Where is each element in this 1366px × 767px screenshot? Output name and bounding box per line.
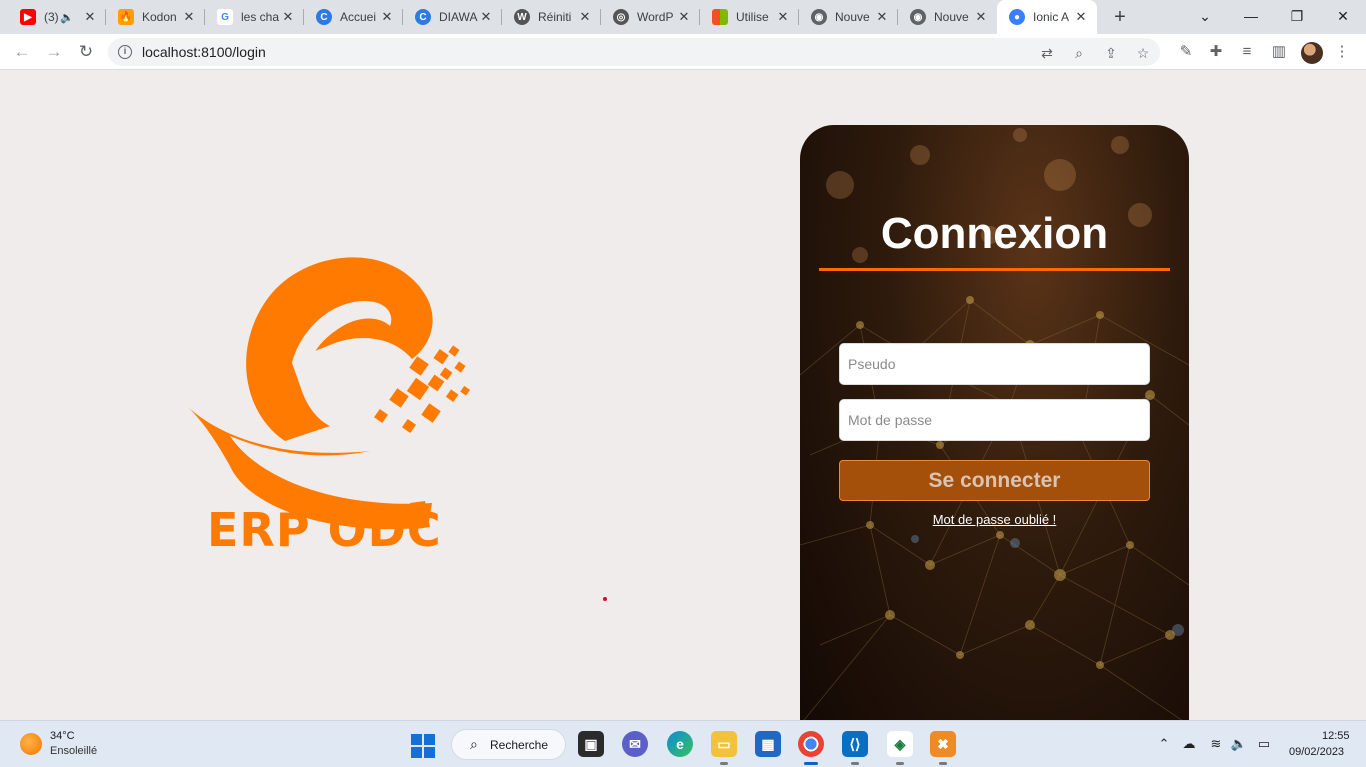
zoom-icon[interactable]: ⌕	[1070, 44, 1088, 62]
bookmark-star-icon[interactable]: ☆	[1134, 44, 1152, 62]
login-card: Connexion Se connecter Mot de passe oubl…	[800, 125, 1189, 720]
login-button[interactable]: Se connecter	[839, 460, 1150, 501]
browser-toolbar: ← → ↻ i localhost:8100/login ⇄ ⌕ ⇪ ☆ ✎ ✚…	[0, 34, 1366, 70]
task-view-icon[interactable]: ▣	[578, 731, 604, 757]
close-tab-icon[interactable]: ✕	[82, 9, 98, 25]
xampp-icon[interactable]: ✖	[930, 731, 956, 765]
chrome-taskbar-icon[interactable]	[798, 731, 824, 765]
close-tab-icon[interactable]: ✕	[577, 9, 593, 25]
login-page: ERP ODC Connexion Pseudo Se connecter Mo…	[0, 71, 1366, 720]
weather-temperature[interactable]: 34°C	[50, 730, 75, 742]
tray-overflow-icon[interactable]: ⌃	[1155, 735, 1173, 753]
windows-taskbar: 34°C Ensoleillé ⌕ Recherche ▣ ✉ e ▭ ▦ ⟨⟩…	[0, 720, 1366, 767]
search-icon: ⌕	[470, 736, 478, 752]
browser-tab-canva-accueil[interactable]: C Accuei ✕	[304, 0, 403, 34]
reload-icon[interactable]: ↻	[74, 40, 98, 64]
close-window-icon[interactable]: ✕	[1320, 0, 1366, 34]
google-icon: G	[217, 9, 233, 25]
browser-tab-strip: ▶ (3) 🔈 ✕ 🔥 Kodon ✕ G les cha ✕ C Accuei…	[0, 0, 1366, 34]
address-bar[interactable]: i localhost:8100/login ⇄ ⌕ ⇪ ☆	[108, 38, 1160, 66]
network-error-icon[interactable]: ☁	[1180, 735, 1198, 753]
close-tab-icon[interactable]: ✕	[874, 9, 890, 25]
close-tab-icon[interactable]: ✕	[478, 9, 494, 25]
microsoft-store-icon[interactable]: ▦	[755, 731, 781, 757]
firebase-icon: 🔥	[118, 9, 134, 25]
menu-kebab-icon[interactable]: ⋮	[1332, 42, 1352, 62]
browser-tab-new-2[interactable]: ◉ Nouve ✕	[898, 0, 997, 34]
browser-tab-youtube[interactable]: ▶ (3) 🔈 ✕	[8, 0, 106, 34]
ionic-icon: ●	[1009, 9, 1025, 25]
close-tab-icon[interactable]: ✕	[280, 9, 296, 25]
file-explorer-icon[interactable]: ▭	[711, 731, 737, 765]
chrome-icon: ◉	[811, 9, 827, 25]
clock-date[interactable]: 09/02/2023	[1289, 746, 1344, 758]
browser-tab-wordpress[interactable]: ◎ WordP ✕	[601, 0, 700, 34]
wifi-icon[interactable]: ≋	[1207, 735, 1225, 753]
extensions-puzzle-icon[interactable]: ✚	[1206, 42, 1226, 62]
windows-start-icon[interactable]	[411, 734, 435, 758]
globe-icon: ◎	[613, 9, 629, 25]
side-panel-icon[interactable]: ▥	[1269, 42, 1289, 62]
login-title: Connexion	[880, 209, 1109, 258]
android-studio-icon[interactable]: ◈	[887, 731, 913, 765]
microsoft-icon	[712, 9, 728, 25]
battery-icon[interactable]: ▭	[1255, 735, 1273, 753]
share-icon[interactable]: ⇪	[1102, 44, 1120, 62]
weather-sun-icon[interactable]	[20, 733, 42, 755]
site-info-icon[interactable]: i	[118, 45, 132, 59]
tab-search-icon[interactable]: ⌄	[1182, 0, 1228, 34]
restore-icon[interactable]: ❐	[1274, 0, 1320, 34]
back-icon[interactable]: ←	[10, 40, 34, 64]
wordpress-icon: W	[514, 9, 530, 25]
clock-time[interactable]: 12:55	[1322, 730, 1350, 742]
profile-avatar[interactable]	[1301, 42, 1323, 64]
browser-tab-canva-diawa[interactable]: C DIAWA ✕	[403, 0, 502, 34]
close-tab-icon[interactable]: ✕	[973, 9, 989, 25]
weather-description[interactable]: Ensoleillé	[50, 745, 97, 757]
translate-icon[interactable]: ⇄	[1038, 44, 1056, 62]
brand-wordmark: ERP ODC	[207, 503, 442, 557]
canva-icon: C	[316, 9, 332, 25]
browser-tab-new-1[interactable]: ◉ Nouve ✕	[799, 0, 898, 34]
close-tab-icon[interactable]: ✕	[775, 9, 791, 25]
close-tab-icon[interactable]: ✕	[676, 9, 692, 25]
cursor-dot	[603, 597, 607, 601]
canva-icon: C	[415, 9, 431, 25]
forgot-password-link[interactable]: Mot de passe oublié !	[800, 512, 1189, 527]
browser-tab-kodon[interactable]: 🔥 Kodon ✕	[106, 0, 205, 34]
chrome-icon: ◉	[910, 9, 926, 25]
browser-tab-microsoft[interactable]: Utilise ✕	[700, 0, 799, 34]
title-underline	[819, 268, 1170, 271]
url-text[interactable]: localhost:8100/login	[142, 44, 266, 60]
browser-tab-google[interactable]: G les cha ✕	[205, 0, 304, 34]
youtube-icon: ▶	[20, 9, 36, 25]
username-field[interactable]	[839, 343, 1150, 385]
new-tab-button[interactable]: +	[1108, 5, 1132, 29]
close-tab-icon[interactable]: ✕	[181, 9, 197, 25]
taskbar-search[interactable]: ⌕ Recherche	[451, 729, 566, 760]
browser-tab-reinit[interactable]: W Réiniti ✕	[502, 0, 601, 34]
forward-icon[interactable]: →	[42, 40, 66, 64]
edge-icon[interactable]: e	[667, 731, 693, 757]
extension-eyedropper-icon[interactable]: ✎	[1176, 42, 1196, 62]
teams-chat-icon[interactable]: ✉	[622, 731, 648, 757]
vscode-icon[interactable]: ⟨⟩	[842, 731, 868, 765]
close-tab-icon[interactable]: ✕	[1073, 9, 1089, 25]
reading-list-icon[interactable]: ≡	[1237, 42, 1257, 62]
password-field[interactable]	[839, 399, 1150, 441]
volume-icon[interactable]: 🔈	[1230, 735, 1248, 753]
browser-tab-ionic[interactable]: ● Ionic A ✕	[997, 0, 1097, 34]
minimize-icon[interactable]: —	[1228, 0, 1274, 34]
close-tab-icon[interactable]: ✕	[379, 9, 395, 25]
audio-icon[interactable]: 🔈	[60, 11, 74, 24]
